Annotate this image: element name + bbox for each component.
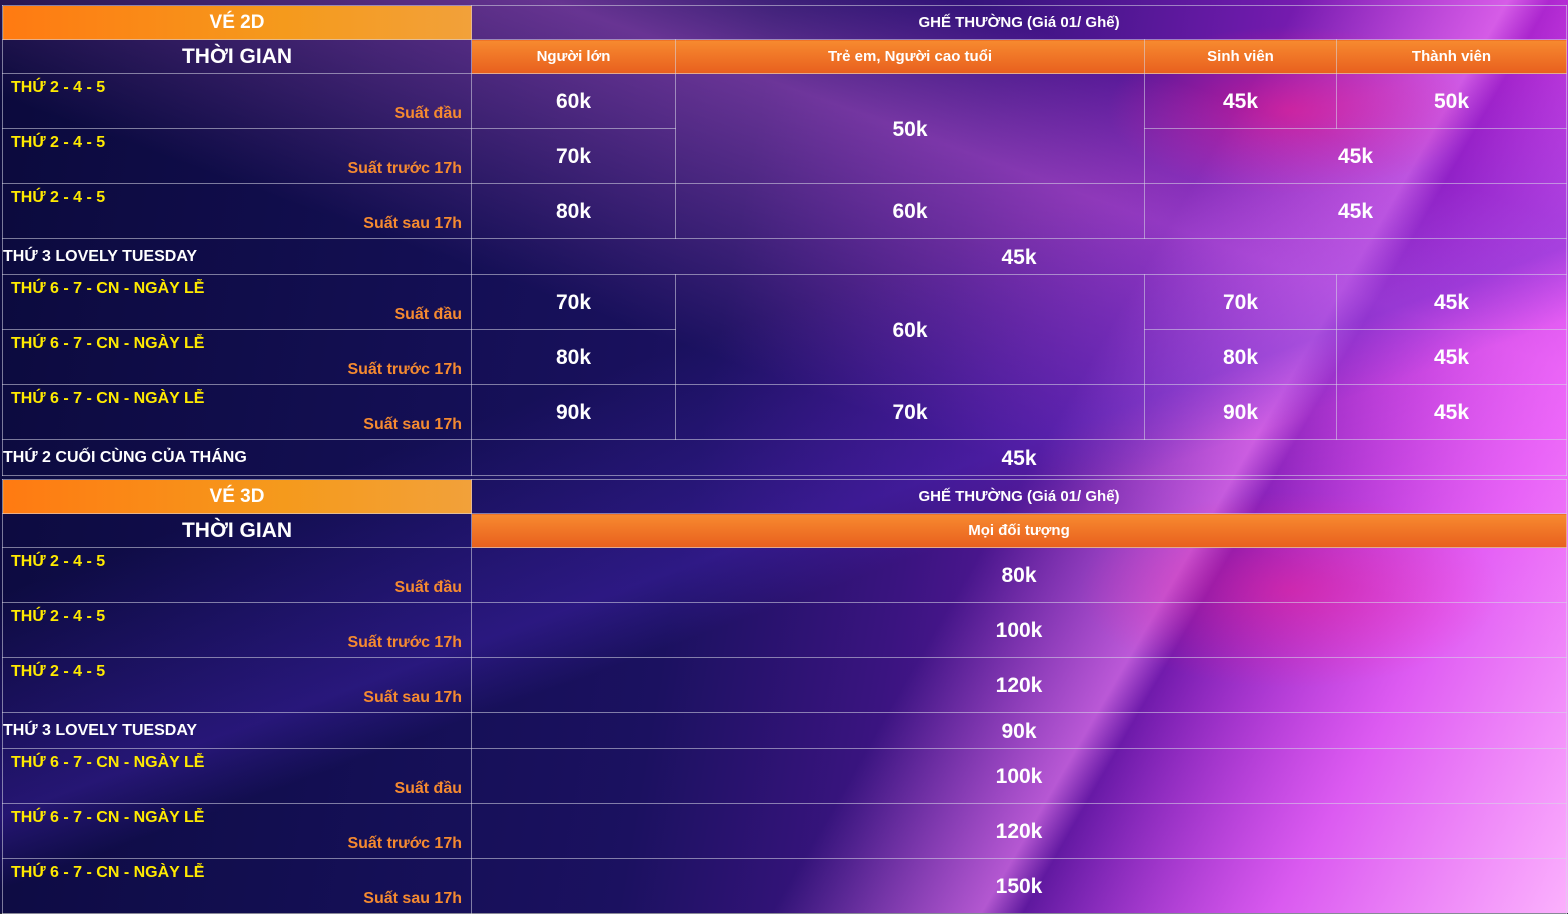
- time-header: THỜI GIAN: [2, 39, 472, 74]
- time-cell: THỨ 6 - 7 - CN - NGÀY LỄ Suất trước 17h: [2, 803, 472, 859]
- day-label: THỨ 6 - 7 - CN - NGÀY LỄ: [11, 864, 205, 881]
- showtime-label: Suất sau 17h: [363, 215, 462, 232]
- showtime-label: Suất đầu: [394, 306, 462, 323]
- price-adult: 70k: [471, 128, 676, 184]
- category-member: Thành viên: [1335, 39, 1568, 74]
- table-row: THỨ 6 - 7 - CN - NGÀY LỄ Suất đầu 70k 60…: [2, 274, 1568, 385]
- price-student-member: 45k: [1143, 183, 1568, 239]
- day-label: THỨ 2 - 4 - 5: [11, 608, 106, 625]
- time-cell: THỨ 2 - 4 - 5 Suất sau 17h: [2, 183, 472, 239]
- table-row: THỨ 2 CUỐI CÙNG CỦA THÁNG 45k: [2, 439, 1568, 476]
- price-student: 45k: [1144, 73, 1337, 129]
- price-everyone: 100k: [471, 748, 1567, 804]
- price-everyone: 90k: [471, 712, 1567, 749]
- table-row: THỨ 6 - 7 - CN - NGÀY LỄ Suất sau 17h 90…: [2, 384, 1568, 440]
- day-label: THỨ 2 - 4 - 5: [11, 189, 106, 206]
- category-student: Sinh viên: [1144, 39, 1337, 74]
- price-member: 45k: [1335, 329, 1568, 385]
- price-everyone: 100k: [471, 602, 1567, 658]
- price-everyone: 150k: [471, 858, 1567, 914]
- table-row: THỨ 2 - 4 - 5 Suất đầu 60k 50k 45k 50k: [2, 73, 1568, 184]
- showtime-label: Suất trước 17h: [347, 160, 462, 177]
- day-label: THỨ 2 - 4 - 5: [11, 79, 106, 96]
- showtime-label: Suất đầu: [394, 780, 462, 797]
- price-member: 50k: [1335, 73, 1568, 129]
- price-all: 45k: [470, 238, 1568, 275]
- price-table-3d: VÉ 3D GHẾ THƯỜNG (Giá 01/ Ghế) THỜI GIAN…: [2, 479, 1567, 914]
- price-child-senior: 70k: [675, 384, 1145, 440]
- showtime-label: Suất sau 17h: [363, 890, 462, 907]
- day-label: THỨ 2 - 4 - 5: [11, 553, 106, 570]
- time-cell: THỨ 6 - 7 - CN - NGÀY LỄ Suất đầu: [2, 274, 472, 330]
- time-cell: THỨ 2 - 4 - 5 Suất đầu: [2, 73, 472, 129]
- price-member: 45k: [1335, 384, 1568, 440]
- day-label: THỨ 2 CUỐI CÙNG CỦA THÁNG: [2, 439, 472, 476]
- price-child-senior: 60k: [675, 274, 1145, 385]
- showtime-label: Suất trước 17h: [347, 361, 462, 378]
- day-label: THỨ 6 - 7 - CN - NGÀY LỄ: [11, 390, 205, 407]
- price-everyone: 80k: [471, 547, 1567, 603]
- price-adult: 70k: [471, 274, 676, 330]
- time-cell: THỨ 2 - 4 - 5 Suất sau 17h: [2, 657, 472, 713]
- table-row: THỨ 6 - 7 - CN - NGÀY LỄ Suất trước 17h …: [2, 803, 1567, 859]
- showtime-label: Suất trước 17h: [347, 634, 462, 651]
- showtime-label: Suất sau 17h: [363, 416, 462, 433]
- price-table-2d: VÉ 2D GHẾ THƯỜNG (Giá 01/ Ghế) THỜI GIAN…: [2, 5, 1568, 476]
- showtime-label: Suất đầu: [394, 579, 462, 596]
- day-label: THỨ 3 LOVELY TUESDAY: [2, 238, 472, 275]
- time-cell: THỨ 2 - 4 - 5 Suất trước 17h: [2, 128, 472, 184]
- price-child-senior: 50k: [675, 73, 1145, 184]
- table-row: THỨ 2 - 4 - 5 Suất sau 17h 80k 60k 45k: [2, 183, 1568, 239]
- seat-type-header: GHẾ THƯỜNG (Giá 01/ Ghế): [470, 5, 1568, 40]
- price-everyone: 120k: [471, 657, 1567, 713]
- time-cell: THỨ 2 - 4 - 5 Suất đầu: [2, 547, 472, 603]
- category-child-senior: Trẻ em, Người cao tuổi: [675, 39, 1145, 74]
- price-student: 70k: [1144, 274, 1337, 330]
- table-row: THỨ 2 - 4 - 5 Suất trước 17h 100k: [2, 602, 1567, 658]
- day-label: THỨ 6 - 7 - CN - NGÀY LỄ: [11, 809, 205, 826]
- price-member: 45k: [1335, 274, 1568, 330]
- day-label: THỨ 2 - 4 - 5: [11, 134, 106, 151]
- category-everyone: Mọi đối tượng: [471, 513, 1567, 548]
- table-row: THỨ 2 - 4 - 5 Suất đầu 80k: [2, 547, 1567, 603]
- showtime-label: Suất đầu: [394, 105, 462, 122]
- seat-type-header: GHẾ THƯỜNG (Giá 01/ Ghế): [471, 479, 1567, 514]
- time-header: THỜI GIAN: [2, 513, 472, 548]
- table-row: THỨ 6 - 7 - CN - NGÀY LỄ Suất sau 17h 15…: [2, 858, 1567, 914]
- price-student: 80k: [1144, 329, 1337, 385]
- day-label: THỨ 6 - 7 - CN - NGÀY LỄ: [11, 754, 205, 771]
- table-row: THỨ 3 LOVELY TUESDAY 45k: [2, 238, 1568, 275]
- price-all: 45k: [470, 439, 1568, 476]
- table-row: THỨ 2 - 4 - 5 Suất sau 17h 120k: [2, 657, 1567, 713]
- price-adult: 60k: [471, 73, 676, 129]
- price-child-senior: 60k: [675, 183, 1145, 239]
- price-student: 90k: [1144, 384, 1337, 440]
- showtime-label: Suất sau 17h: [363, 689, 462, 706]
- table-row: THỨ 6 - 7 - CN - NGÀY LỄ Suất đầu 100k: [2, 748, 1567, 804]
- category-adult: Người lớn: [471, 39, 676, 74]
- price-adult: 80k: [471, 329, 676, 385]
- time-cell: THỨ 2 - 4 - 5 Suất trước 17h: [2, 602, 472, 658]
- day-label: THỨ 3 LOVELY TUESDAY: [2, 712, 472, 749]
- price-everyone: 120k: [471, 803, 1567, 859]
- ticket-type-title: VÉ 3D: [2, 479, 472, 514]
- price-adult: 80k: [471, 183, 676, 239]
- price-adult: 90k: [471, 384, 676, 440]
- time-cell: THỨ 6 - 7 - CN - NGÀY LỄ Suất trước 17h: [2, 329, 472, 385]
- time-cell: THỨ 6 - 7 - CN - NGÀY LỄ Suất sau 17h: [2, 384, 472, 440]
- day-label: THỨ 6 - 7 - CN - NGÀY LỄ: [11, 280, 205, 297]
- time-cell: THỨ 6 - 7 - CN - NGÀY LỄ Suất sau 17h: [2, 858, 472, 914]
- showtime-label: Suất trước 17h: [347, 835, 462, 852]
- ticket-type-title: VÉ 2D: [2, 5, 472, 40]
- table-row: THỨ 3 LOVELY TUESDAY 90k: [2, 712, 1567, 749]
- day-label: THỨ 2 - 4 - 5: [11, 663, 106, 680]
- time-cell: THỨ 6 - 7 - CN - NGÀY LỄ Suất đầu: [2, 748, 472, 804]
- price-student-member: 45k: [1143, 128, 1568, 184]
- day-label: THỨ 6 - 7 - CN - NGÀY LỄ: [11, 335, 205, 352]
